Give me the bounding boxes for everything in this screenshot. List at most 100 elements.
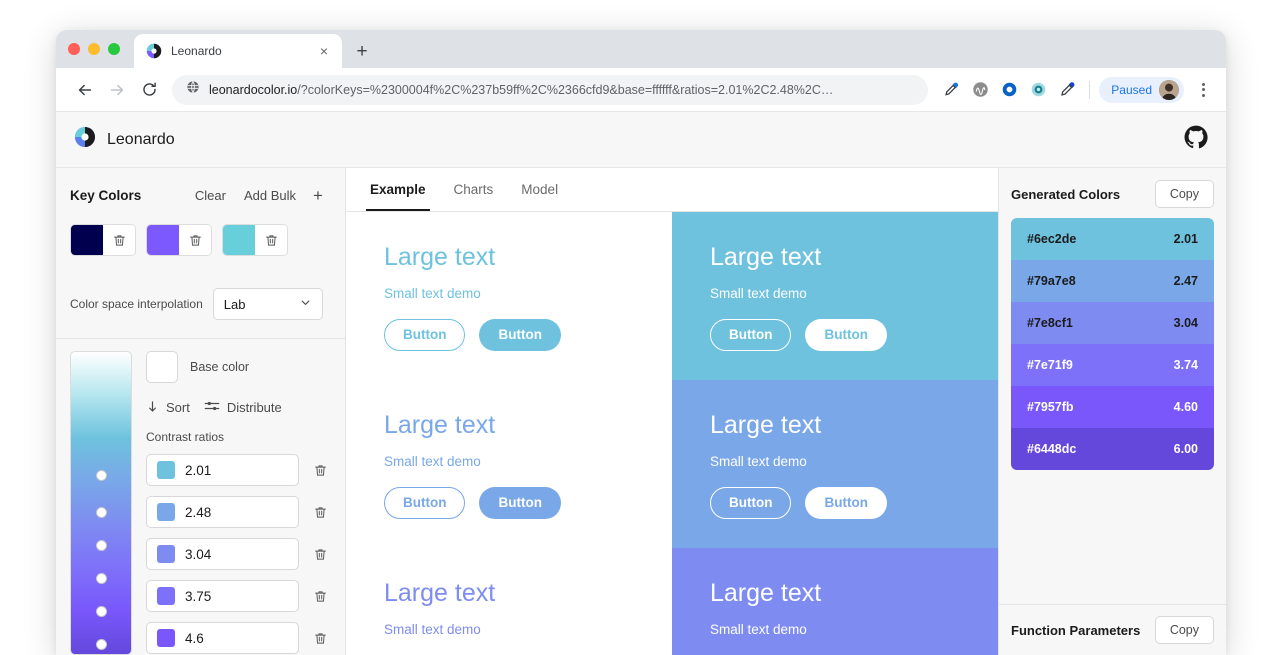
generated-color-row[interactable]: #7e8cf13.04 [1011, 302, 1214, 344]
sort-button[interactable]: Sort [146, 400, 190, 416]
delete-key-color-icon[interactable] [255, 225, 287, 255]
color-scale-handle[interactable] [96, 606, 107, 617]
blue-ring-extension-icon[interactable] [996, 77, 1022, 103]
delete-key-color-icon[interactable] [103, 225, 135, 255]
key-color-swatch[interactable] [147, 225, 179, 255]
example-small-text: Small text demo [710, 622, 998, 637]
color-scale-handle[interactable] [96, 470, 107, 481]
generated-color-ratio: 4.60 [1174, 400, 1198, 414]
key-color-swatch[interactable] [71, 225, 103, 255]
interpolation-select[interactable]: Lab [213, 288, 323, 320]
address-bar[interactable]: leonardocolor.io/?colorKeys=%2300004f%2C… [172, 75, 928, 105]
new-tab-button[interactable]: + [348, 37, 376, 65]
copy-generated-colors-button[interactable]: Copy [1155, 180, 1214, 208]
contrast-ratio-input[interactable]: 4.6 [146, 622, 299, 654]
reload-icon[interactable] [134, 75, 164, 105]
browser-tab[interactable]: Leonardo × [134, 34, 342, 68]
address-path: /?colorKeys=%2300004f%2C%237b59ff%2C%236… [297, 83, 833, 97]
app-body: Key Colors Clear Add Bulk + [56, 168, 1226, 655]
example-column-light: Large textSmall text demoButtonButtonLar… [346, 212, 672, 655]
contrast-ratio-swatch [157, 461, 175, 479]
contrast-ratio-value: 2.48 [185, 505, 211, 520]
key-color-swatch[interactable] [223, 225, 255, 255]
contrast-ratio-input[interactable]: 3.75 [146, 580, 299, 612]
contrast-ratio-swatch [157, 587, 175, 605]
forward-icon[interactable] [102, 75, 132, 105]
brand-name: Leonardo [107, 131, 175, 149]
color-scale-handle[interactable] [96, 573, 107, 584]
browser-menu-icon[interactable] [1190, 77, 1216, 103]
generated-color-row[interactable]: #6448dc6.00 [1011, 428, 1214, 470]
tab-example[interactable]: Example [358, 168, 438, 211]
tab-charts[interactable]: Charts [442, 168, 506, 211]
delete-contrast-ratio-icon[interactable] [309, 547, 331, 562]
example-large-text: Large text [384, 412, 672, 440]
delete-contrast-ratio-icon[interactable] [309, 589, 331, 604]
eyedropper-extension-icon[interactable] [938, 77, 964, 103]
base-color-swatch[interactable] [146, 351, 178, 383]
example-filled-button[interactable]: Button [479, 487, 560, 519]
avatar[interactable] [1159, 80, 1179, 100]
color-scale-handle[interactable] [96, 540, 107, 551]
example-filled-button[interactable]: Button [805, 319, 886, 351]
paused-status-pill[interactable]: Paused [1099, 77, 1184, 103]
toolbar-divider [1089, 81, 1090, 99]
browser-window: Leonardo × + leonardocolor.io/?colorKeys… [56, 30, 1226, 655]
generated-color-row[interactable]: #7957fb4.60 [1011, 386, 1214, 428]
base-color-row: Base color [146, 351, 331, 383]
generated-color-ratio: 3.04 [1174, 316, 1198, 330]
back-icon[interactable] [70, 75, 100, 105]
contrast-ratio-input[interactable]: 2.01 [146, 454, 299, 486]
example-block: Large textSmall text demoButtonButton [672, 548, 998, 655]
delete-contrast-ratio-icon[interactable] [309, 505, 331, 520]
generated-color-hex: #7957fb [1027, 400, 1174, 414]
generated-color-row[interactable]: #6ec2de2.01 [1011, 218, 1214, 260]
contrast-ratio-row: 2.48 [146, 496, 331, 528]
sidebar: Key Colors Clear Add Bulk + [56, 168, 346, 655]
generated-color-row[interactable]: #79a7e82.47 [1011, 260, 1214, 302]
sort-label: Sort [166, 400, 190, 415]
distribute-button[interactable]: Distribute [204, 399, 282, 416]
delete-contrast-ratio-icon[interactable] [309, 463, 331, 478]
leonardo-favicon-icon [146, 43, 162, 59]
example-buttons: Button Button [710, 487, 998, 519]
color-scale-handle[interactable] [96, 507, 107, 518]
teal-target-extension-icon[interactable] [1025, 77, 1051, 103]
minimize-window-button[interactable] [88, 43, 100, 55]
generated-color-row[interactable]: #7e71f93.74 [1011, 344, 1214, 386]
generated-colors-title: Generated Colors [1011, 187, 1120, 202]
main-tabs: Example Charts Model [346, 168, 998, 212]
maximize-window-button[interactable] [108, 43, 120, 55]
example-large-text: Large text [710, 412, 998, 440]
example-filled-button[interactable]: Button [479, 319, 560, 351]
example-filled-button[interactable]: Button [805, 487, 886, 519]
browser-tab-strip: Leonardo × + [56, 30, 1226, 68]
add-color-button[interactable]: + [305, 182, 331, 208]
color-scale-slider[interactable] [70, 351, 132, 655]
delete-key-color-icon[interactable] [179, 225, 211, 255]
key-colors-header: Key Colors Clear Add Bulk + [70, 182, 331, 208]
add-bulk-button[interactable]: Add Bulk [235, 184, 305, 207]
generated-color-hex: #79a7e8 [1027, 274, 1174, 288]
wave-circle-extension-icon[interactable] [967, 77, 993, 103]
example-outline-button[interactable]: Button [384, 487, 465, 519]
delete-contrast-ratio-icon[interactable] [309, 631, 331, 646]
contrast-ratio-input[interactable]: 2.48 [146, 496, 299, 528]
color-picker-extension-icon[interactable] [1054, 77, 1080, 103]
main-content: Example Charts Model Large textSmall tex… [346, 168, 998, 655]
example-outline-button[interactable]: Button [710, 487, 791, 519]
close-tab-icon[interactable]: × [315, 42, 333, 60]
key-color-item [222, 224, 288, 256]
contrast-ratio-input[interactable]: 3.04 [146, 538, 299, 570]
example-outline-button[interactable]: Button [384, 319, 465, 351]
app-header: Leonardo [56, 112, 1226, 168]
example-preview: Large textSmall text demoButtonButtonLar… [346, 212, 998, 655]
example-outline-button[interactable]: Button [710, 319, 791, 351]
contrast-ratio-row: 2.01 [146, 454, 331, 486]
clear-button[interactable]: Clear [186, 184, 235, 207]
generated-color-hex: #7e71f9 [1027, 358, 1174, 372]
tab-model[interactable]: Model [509, 168, 570, 211]
github-icon[interactable] [1184, 125, 1208, 154]
close-window-button[interactable] [68, 43, 80, 55]
color-scale-handle[interactable] [96, 639, 107, 650]
